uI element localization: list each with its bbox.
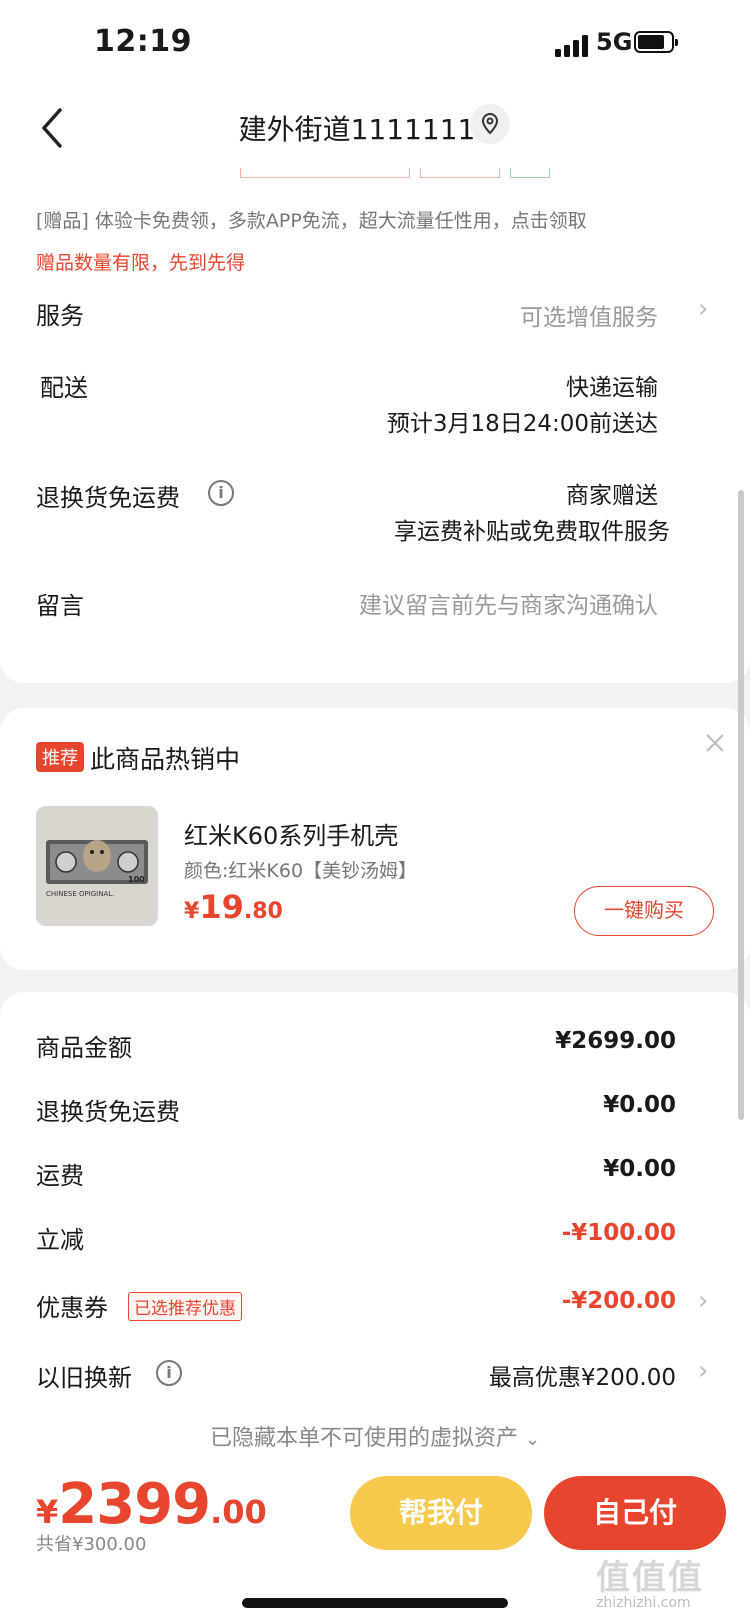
tag-strip bbox=[240, 168, 560, 178]
status-time: 12:19 bbox=[94, 24, 192, 59]
product-color: 颜色:红米K60【美钞汤姆】 bbox=[184, 860, 418, 882]
amount-value-tradein[interactable]: 最高优惠¥200.00 bbox=[489, 1358, 676, 1392]
bottom-pay-bar: ¥2399.00 共省¥300.00 帮我付 自己付 值值值 zhizhizhi… bbox=[0, 1450, 750, 1624]
delivery-eta: 预计3月18日24:00前送达 bbox=[386, 411, 658, 437]
recommend-title: 此商品热销中 bbox=[90, 745, 241, 774]
product-price: ¥19.80 bbox=[184, 888, 283, 926]
message-input[interactable]: 建议留言前先与商家沟通确认 bbox=[359, 586, 658, 620]
nav-bar: 建外街道1111111 bbox=[0, 90, 750, 168]
self-pay-button[interactable]: 自己付 bbox=[544, 1476, 726, 1550]
hidden-assets-toggle[interactable]: 已隐藏本单不可使用的虚拟资产 ⌄ bbox=[0, 1420, 750, 1452]
help-pay-button[interactable]: 帮我付 bbox=[350, 1476, 532, 1550]
order-details-card: [赠品] 体验卡免费领，多款APP免流，超大流量任性用，点击领取 赠品数量有限，… bbox=[0, 168, 750, 683]
total-price: ¥2399.00 bbox=[36, 1472, 267, 1537]
chevron-right-icon[interactable]: › bbox=[698, 294, 708, 324]
recommend-badge: 推荐 bbox=[36, 742, 84, 772]
battery-icon bbox=[634, 31, 678, 53]
return-shipping-line2: 享运费补贴或免费取件服务 bbox=[394, 519, 670, 545]
return-shipping-line1: 商家赠送 bbox=[566, 483, 658, 509]
total-currency: ¥ bbox=[36, 1493, 59, 1531]
thumb-text: CHINESE OPIGINAL. bbox=[46, 890, 114, 898]
watermark-logo: 值值值 bbox=[596, 1558, 704, 1598]
hidden-assets-note: 已隐藏本单不可使用的虚拟资产 bbox=[209, 1426, 518, 1451]
address-title[interactable]: 建外街道1111111 bbox=[0, 108, 750, 148]
amount-label-discount: 立减 bbox=[36, 1226, 84, 1254]
info-icon[interactable]: i bbox=[208, 480, 234, 506]
scrollbar[interactable] bbox=[738, 490, 744, 1120]
thumb-value: 100 bbox=[128, 875, 145, 884]
amount-label-shipping: 运费 bbox=[36, 1162, 84, 1190]
amount-label-return: 退换货免运费 bbox=[36, 1098, 180, 1126]
message-label: 留言 bbox=[36, 592, 84, 620]
chevron-right-icon[interactable]: › bbox=[698, 1356, 708, 1386]
amount-value-discount: -¥100.00 bbox=[561, 1220, 676, 1246]
coupon-badge: 已选推荐优惠 bbox=[128, 1292, 242, 1321]
service-label: 服务 bbox=[36, 302, 84, 330]
chevron-down-icon: ⌄ bbox=[524, 1429, 541, 1450]
network-type: 5G bbox=[596, 28, 633, 56]
amount-label-goods: 商品金额 bbox=[36, 1034, 132, 1062]
one-click-buy-button[interactable]: 一键购买 bbox=[574, 886, 714, 936]
home-indicator[interactable] bbox=[242, 1598, 508, 1608]
product-name[interactable]: 红米K60系列手机壳 bbox=[184, 816, 398, 851]
amount-value-coupon[interactable]: -¥200.00 bbox=[562, 1288, 676, 1314]
service-value[interactable]: 可选增值服务 bbox=[520, 298, 658, 332]
amount-label-coupon: 优惠券 bbox=[36, 1294, 108, 1322]
amount-value-goods: ¥2699.00 bbox=[555, 1028, 676, 1054]
amount-value-return: ¥0.00 bbox=[603, 1092, 676, 1118]
delivery-method: 快递运输 bbox=[566, 375, 658, 401]
price-symbol: ¥ bbox=[184, 899, 200, 924]
amount-value-shipping: ¥0.00 bbox=[603, 1156, 676, 1182]
signal-icon bbox=[555, 33, 591, 57]
total-dec: .00 bbox=[210, 1493, 267, 1531]
chevron-right-icon[interactable]: › bbox=[698, 1286, 708, 1316]
amounts-card: 商品金额 ¥2699.00 退换货免运费 ¥0.00 运费 ¥0.00 立减 -… bbox=[0, 992, 750, 1472]
gift-text[interactable]: [赠品] 体验卡免费领，多款APP免流，超大流量任性用，点击领取 bbox=[36, 206, 587, 233]
location-icon[interactable] bbox=[470, 104, 510, 144]
saved-amount: 共省¥300.00 bbox=[36, 1534, 147, 1555]
total-int: 2399 bbox=[58, 1472, 211, 1537]
info-icon[interactable]: i bbox=[156, 1360, 182, 1386]
price-int: 19 bbox=[199, 888, 244, 926]
watermark-url: zhizhizhi.com bbox=[596, 1595, 691, 1611]
delivery-label: 配送 bbox=[40, 374, 88, 402]
product-thumbnail[interactable]: CHINESE OPIGINAL. 100 bbox=[36, 806, 158, 926]
recommend-card: 推荐 此商品热销中 CHINESE OPIGINAL. 100 红米K60系列手… bbox=[0, 708, 750, 970]
close-icon[interactable] bbox=[702, 730, 728, 756]
status-bar: 12:19 5G bbox=[0, 0, 750, 90]
gift-warning: 赠品数量有限，先到先得 bbox=[36, 252, 246, 274]
return-shipping-label: 退换货免运费 bbox=[36, 484, 180, 512]
price-dec: .80 bbox=[243, 899, 283, 924]
amount-label-tradein: 以旧换新 bbox=[36, 1364, 132, 1392]
